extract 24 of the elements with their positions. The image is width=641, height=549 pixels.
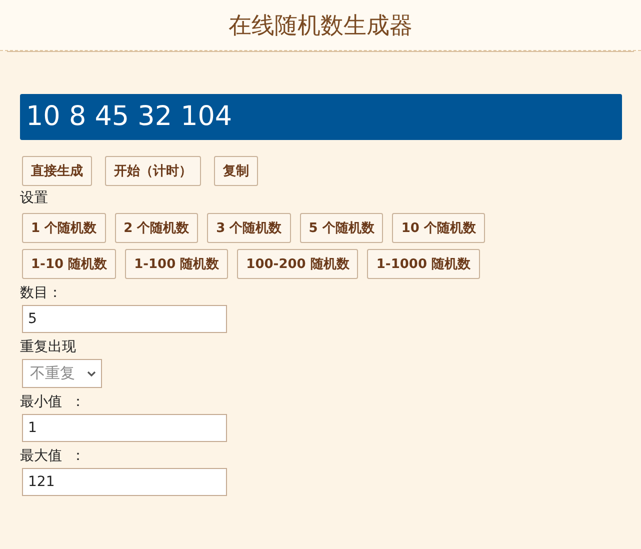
range-preset-button[interactable]: 1-10 随机数 [22, 249, 116, 279]
range-preset-button[interactable]: 1-1000 随机数 [367, 249, 480, 279]
field-label: 最大值 ： [20, 447, 86, 465]
action-button[interactable]: 开始（计时） [105, 156, 201, 186]
field-label: 最小值 ： [20, 393, 86, 411]
count-preset-button[interactable]: 1 个随机数 [22, 213, 106, 243]
input-field[interactable]: 1 [22, 414, 227, 442]
field-label: 重复出现 [20, 338, 77, 356]
input-field[interactable]: 121 [22, 468, 227, 496]
count-preset-button[interactable]: 2 个随机数 [114, 213, 198, 243]
page-title: 在线随机数生成器 [228, 12, 412, 40]
range-preset-button[interactable]: 100-200 随机数 [237, 249, 358, 279]
count-preset-button[interactable]: 10 个随机数 [392, 213, 485, 243]
action-button[interactable]: 直接生成 [22, 156, 92, 186]
select-dropdown[interactable]: 不重复 [22, 359, 102, 388]
section-label: 设置 [20, 189, 49, 207]
field-label: 数目： [20, 284, 63, 302]
count-preset-button[interactable]: 3 个随机数 [207, 213, 291, 243]
range-preset-button[interactable]: 1-100 随机数 [125, 249, 228, 279]
result-display: 10 8 45 32 104 [20, 94, 622, 140]
action-button[interactable]: 复制 [214, 156, 258, 186]
count-preset-button[interactable]: 5 个随机数 [300, 213, 384, 243]
input-field[interactable]: 5 [22, 305, 227, 333]
caret-icon [87, 370, 96, 376]
